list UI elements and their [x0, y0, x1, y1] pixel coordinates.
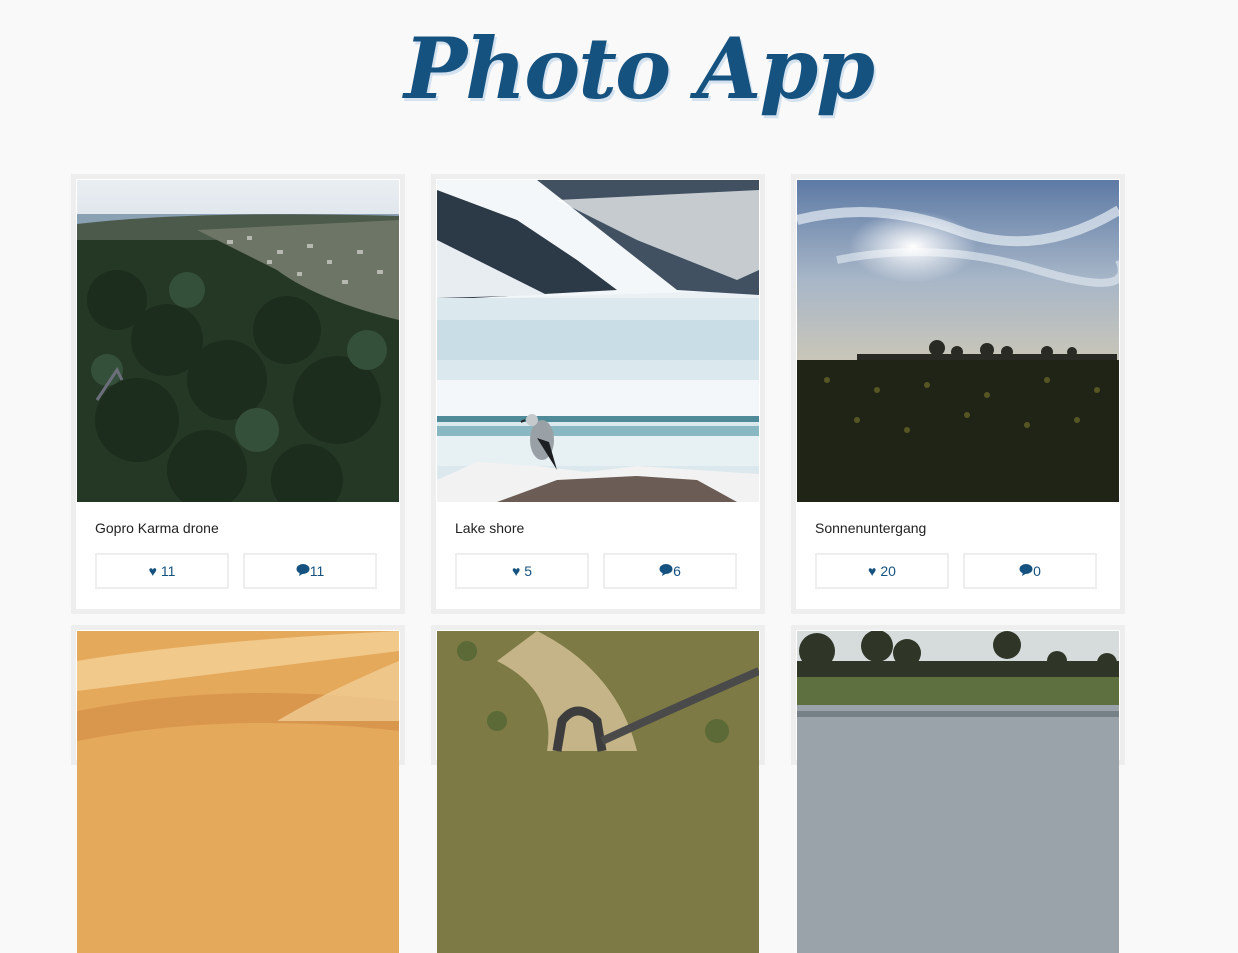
- comment-bubble-icon: [296, 563, 310, 580]
- comment-bubble-icon: [659, 563, 673, 580]
- photo-card[interactable]: Gopro Karma drone ♥ 11 11: [71, 174, 405, 614]
- photo-image-sunset[interactable]: [797, 180, 1119, 502]
- comment-button[interactable]: 11: [243, 553, 377, 589]
- comment-count: 0: [1033, 563, 1041, 579]
- header: Photo App: [0, 0, 1238, 170]
- like-count: 5: [524, 563, 533, 579]
- photo-card[interactable]: [71, 625, 405, 953]
- photo-image-lake[interactable]: [437, 180, 759, 502]
- photo-card[interactable]: [791, 625, 1125, 953]
- like-count: 11: [160, 563, 176, 579]
- heart-icon: ♥: [511, 563, 521, 579]
- photo-caption: Gopro Karma drone: [95, 520, 219, 536]
- heart-icon: ♥: [868, 563, 877, 579]
- photo-image-drone[interactable]: [77, 180, 399, 502]
- comment-button[interactable]: 6: [603, 553, 737, 589]
- photo-card[interactable]: Lake shore ♥ 5 6: [431, 174, 765, 614]
- photo-image-desert[interactable]: [77, 631, 399, 953]
- heart-icon: ♥: [148, 563, 157, 579]
- app-logo-title: Photo App: [404, 19, 875, 118]
- photo-image-river[interactable]: [797, 631, 1119, 953]
- comment-button[interactable]: 0: [963, 553, 1097, 589]
- like-button[interactable]: ♥ 11: [95, 553, 229, 589]
- photo-image-road[interactable]: [437, 631, 759, 953]
- photo-caption: Sonnenuntergang: [815, 520, 927, 536]
- comment-count: 11: [309, 563, 325, 579]
- photo-card[interactable]: [431, 625, 765, 953]
- like-button[interactable]: ♥ 5: [455, 553, 589, 589]
- photo-caption: Lake shore: [455, 520, 525, 536]
- like-button[interactable]: ♥ 20: [815, 553, 949, 589]
- comment-bubble-icon: [1019, 563, 1033, 580]
- photo-card[interactable]: Sonnenuntergang ♥ 20 0: [791, 174, 1125, 614]
- like-count: 20: [880, 563, 896, 579]
- comment-count: 6: [673, 563, 681, 579]
